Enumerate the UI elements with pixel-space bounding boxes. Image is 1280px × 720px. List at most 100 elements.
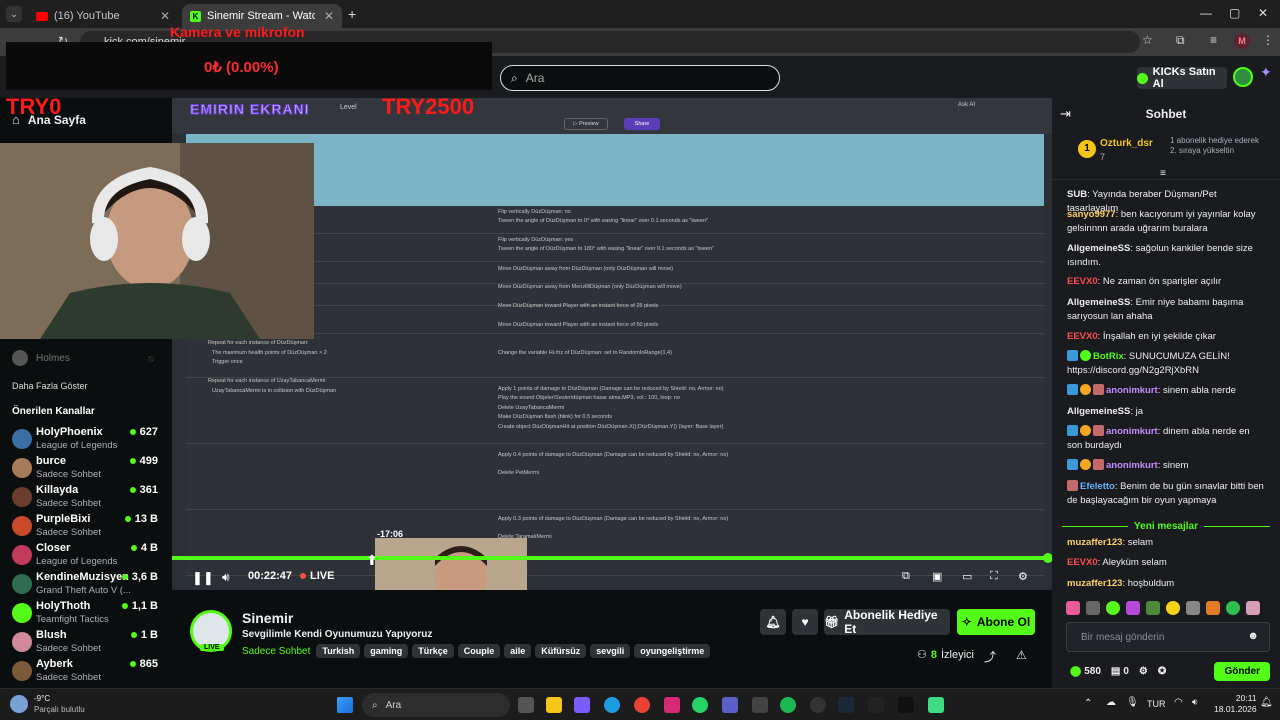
- emote[interactable]: [1066, 601, 1080, 615]
- mic-icon[interactable]: 🎙︎: [1126, 697, 1139, 708]
- language-indicator[interactable]: TUR: [1147, 699, 1166, 709]
- chat-username[interactable]: AllgemeineSS: [1067, 243, 1130, 254]
- channel-burce[interactable]: burce Sadece Sohbet 499: [12, 455, 162, 483]
- chat-username[interactable]: AllgemeineSS: [1067, 406, 1130, 417]
- subscribe-button[interactable]: ✧ Abone Ol: [957, 609, 1035, 635]
- emote[interactable]: [1106, 601, 1120, 615]
- channel-closer[interactable]: Closer League of Legends 4 B: [12, 542, 162, 570]
- tag[interactable]: oyungeliştirme: [634, 644, 711, 658]
- chat-username[interactable]: EEVX0: [1067, 557, 1098, 568]
- tag[interactable]: aile: [504, 644, 532, 658]
- network-icon[interactable]: ☁: [1106, 697, 1116, 708]
- tag[interactable]: sevgili: [590, 644, 631, 658]
- category-link[interactable]: Sadece Sohbet: [242, 646, 310, 657]
- show-more-link[interactable]: Daha Fazla Göster: [12, 381, 88, 391]
- settings-icon[interactable]: ⚙: [1018, 570, 1028, 583]
- fullscreen-icon[interactable]: ⛶: [990, 570, 998, 583]
- followed-channel[interactable]: Holmes ⦸: [12, 350, 154, 366]
- app-icon[interactable]: [574, 697, 590, 713]
- chat-username[interactable]: anonimkurt: [1106, 385, 1158, 396]
- emote[interactable]: [1186, 601, 1200, 615]
- chat-username[interactable]: AllgemeineSS: [1067, 297, 1130, 308]
- whatsapp-icon[interactable]: [692, 697, 708, 713]
- media-icon[interactable]: ≡: [1210, 33, 1217, 47]
- tag[interactable]: Küfürsüz: [535, 644, 587, 658]
- obs-icon[interactable]: [810, 697, 826, 713]
- report-icon[interactable]: ⚠: [1016, 648, 1027, 662]
- spotify-icon[interactable]: [780, 697, 796, 713]
- chests[interactable]: ▤ 0: [1111, 666, 1129, 677]
- pinned-username[interactable]: Ozturk_dsr: [1100, 138, 1153, 149]
- bot-icon[interactable]: ✪: [1158, 666, 1166, 677]
- tag[interactable]: Turkish: [316, 644, 361, 658]
- capcut-icon[interactable]: [898, 697, 914, 713]
- menu-icon[interactable]: ⋮: [1262, 33, 1274, 47]
- chat-username[interactable]: muzaffer123: [1067, 578, 1122, 589]
- epic-icon[interactable]: [868, 697, 884, 713]
- channel-killayda[interactable]: Killayda Sadece Sohbet 361: [12, 484, 162, 512]
- channel-name[interactable]: Sinemir: [242, 610, 293, 626]
- chrome-icon[interactable]: [634, 697, 650, 713]
- minimize-icon[interactable]: —: [1200, 6, 1212, 20]
- emote[interactable]: [1206, 601, 1220, 615]
- expand-icon[interactable]: ≡: [1160, 168, 1166, 179]
- edge-icon[interactable]: [604, 697, 620, 713]
- tab-youtube[interactable]: (16) YouTube ✕: [28, 4, 178, 28]
- channel-blush[interactable]: Blush Sadece Sohbet 1 B: [12, 629, 162, 657]
- progress-bar[interactable]: [172, 556, 1048, 560]
- clock[interactable]: 20:11 18.01.2026: [1214, 693, 1257, 715]
- extensions-icon[interactable]: ⧉: [1176, 33, 1185, 48]
- volume-icon[interactable]: 🔊︎: [222, 570, 230, 585]
- instagram-icon[interactable]: [664, 697, 680, 713]
- start-icon[interactable]: [337, 697, 353, 713]
- chat-username[interactable]: EEVX0: [1067, 331, 1098, 342]
- chat-username[interactable]: Efeletto: [1080, 481, 1115, 492]
- tag[interactable]: gaming: [364, 644, 409, 658]
- tray-chevron-icon[interactable]: ⌃: [1084, 698, 1092, 709]
- tab-list-button[interactable]: ⌄: [6, 6, 22, 22]
- chat-settings-icon[interactable]: ⚙: [1139, 666, 1148, 677]
- channel-ayberk[interactable]: Ayberk Sadece Sohbet 865: [12, 658, 162, 686]
- chat-username[interactable]: muzaffer123: [1067, 537, 1122, 548]
- search-input[interactable]: ⌕ Ara: [500, 65, 780, 91]
- close-icon[interactable]: ✕: [160, 9, 170, 23]
- tag[interactable]: Türkçe: [412, 644, 454, 658]
- theater-icon[interactable]: ▭: [962, 570, 972, 583]
- new-tab-button[interactable]: +: [348, 6, 356, 22]
- chat-username[interactable]: EEVX0: [1067, 276, 1098, 287]
- emote[interactable]: [1246, 601, 1260, 615]
- store-icon[interactable]: [752, 697, 768, 713]
- taskbar-search[interactable]: ⌕ Ara: [362, 693, 510, 717]
- teams-icon[interactable]: [722, 697, 738, 713]
- buy-kicks-button[interactable]: KICKs Satın Al: [1137, 66, 1227, 90]
- close-window-icon[interactable]: ✕: [1258, 6, 1268, 20]
- weather-widget[interactable]: -9°C Parçalı bulutlu: [10, 693, 85, 715]
- chat-username[interactable]: SUB: [1067, 189, 1087, 200]
- emote[interactable]: [1226, 601, 1240, 615]
- clip-icon[interactable]: ▣: [932, 570, 942, 583]
- user-avatar[interactable]: [1233, 67, 1253, 87]
- explorer-icon[interactable]: [546, 697, 562, 713]
- chat-username[interactable]: BotRix: [1093, 351, 1124, 362]
- taskview-icon[interactable]: [518, 697, 534, 713]
- notifications-icon[interactable]: 🔔︎: [1260, 697, 1273, 708]
- speaker-icon[interactable]: 🔉︎: [1192, 697, 1198, 708]
- emote[interactable]: [1126, 601, 1140, 615]
- emote[interactable]: [1146, 601, 1160, 615]
- gift-sub-button[interactable]: 🎁︎ Abonelik Hediye Et: [824, 608, 950, 636]
- send-button[interactable]: Gönder: [1214, 661, 1270, 681]
- chat-input[interactable]: Bir mesaj gönderin ☻: [1066, 622, 1270, 652]
- points[interactable]: ⬤ 580: [1070, 666, 1101, 677]
- channel-holythoth[interactable]: HolyThoth Teamfight Tactics 1,1 B: [12, 600, 162, 628]
- emote[interactable]: [1166, 601, 1180, 615]
- chat-username[interactable]: anonimkurt: [1106, 460, 1158, 471]
- follow-button[interactable]: ♥: [792, 609, 818, 635]
- bookmark-star-icon[interactable]: ☆: [1142, 33, 1153, 47]
- android-icon[interactable]: [928, 697, 944, 713]
- maximize-icon[interactable]: ▢: [1229, 6, 1240, 20]
- sparkle-icon[interactable]: ✦: [1260, 64, 1272, 81]
- channel-kendinemuzisyen[interactable]: KendineMuzisyen Grand Theft Auto V (... …: [12, 571, 162, 599]
- channel-holyphoenix[interactable]: HolyPhoenix League of Legends 627: [12, 426, 162, 454]
- wifi-icon[interactable]: ◠: [1174, 697, 1183, 708]
- steam-icon[interactable]: [838, 697, 854, 713]
